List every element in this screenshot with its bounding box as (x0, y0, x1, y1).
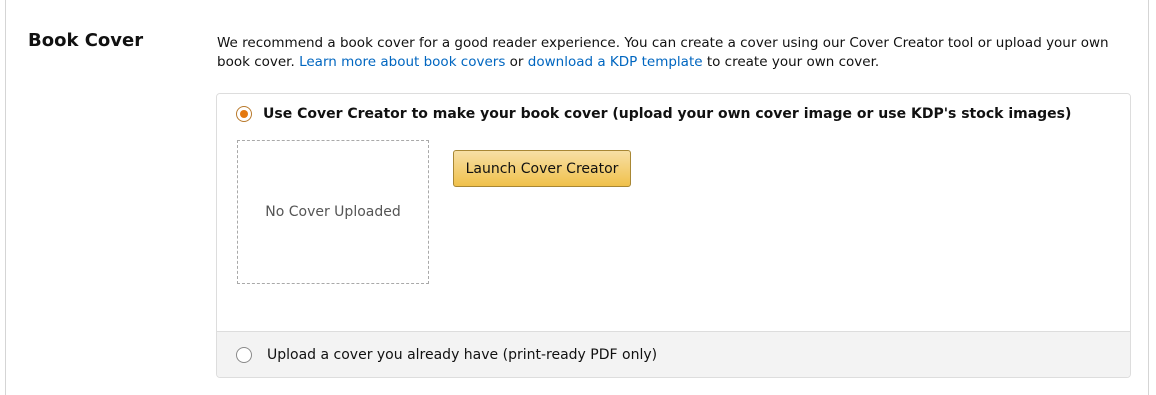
launch-cover-creator-button[interactable]: Launch Cover Creator (453, 150, 631, 187)
option-cover-creator: Use Cover Creator to make your book cove… (217, 94, 1130, 331)
cover-options-box: Use Cover Creator to make your book cove… (216, 93, 1131, 378)
upload-cover-radio[interactable] (236, 347, 252, 363)
download-template-link[interactable]: download a KDP template (528, 54, 703, 70)
section-title: Book Cover (28, 30, 144, 51)
section-description: We recommend a book cover for a good rea… (217, 34, 1137, 72)
learn-more-link[interactable]: Learn more about book covers (299, 54, 505, 70)
description-text-3: to create your own cover. (702, 54, 880, 70)
no-cover-text: No Cover Uploaded (265, 204, 401, 220)
option-upload-cover[interactable]: Upload a cover you already have (print-r… (217, 331, 1130, 377)
description-text-2: or (505, 54, 528, 70)
cover-creator-radio[interactable] (236, 106, 252, 122)
upload-cover-label[interactable]: Upload a cover you already have (print-r… (267, 347, 657, 363)
cover-creator-label[interactable]: Use Cover Creator to make your book cove… (263, 106, 1071, 122)
cover-preview-placeholder: No Cover Uploaded (237, 140, 429, 284)
